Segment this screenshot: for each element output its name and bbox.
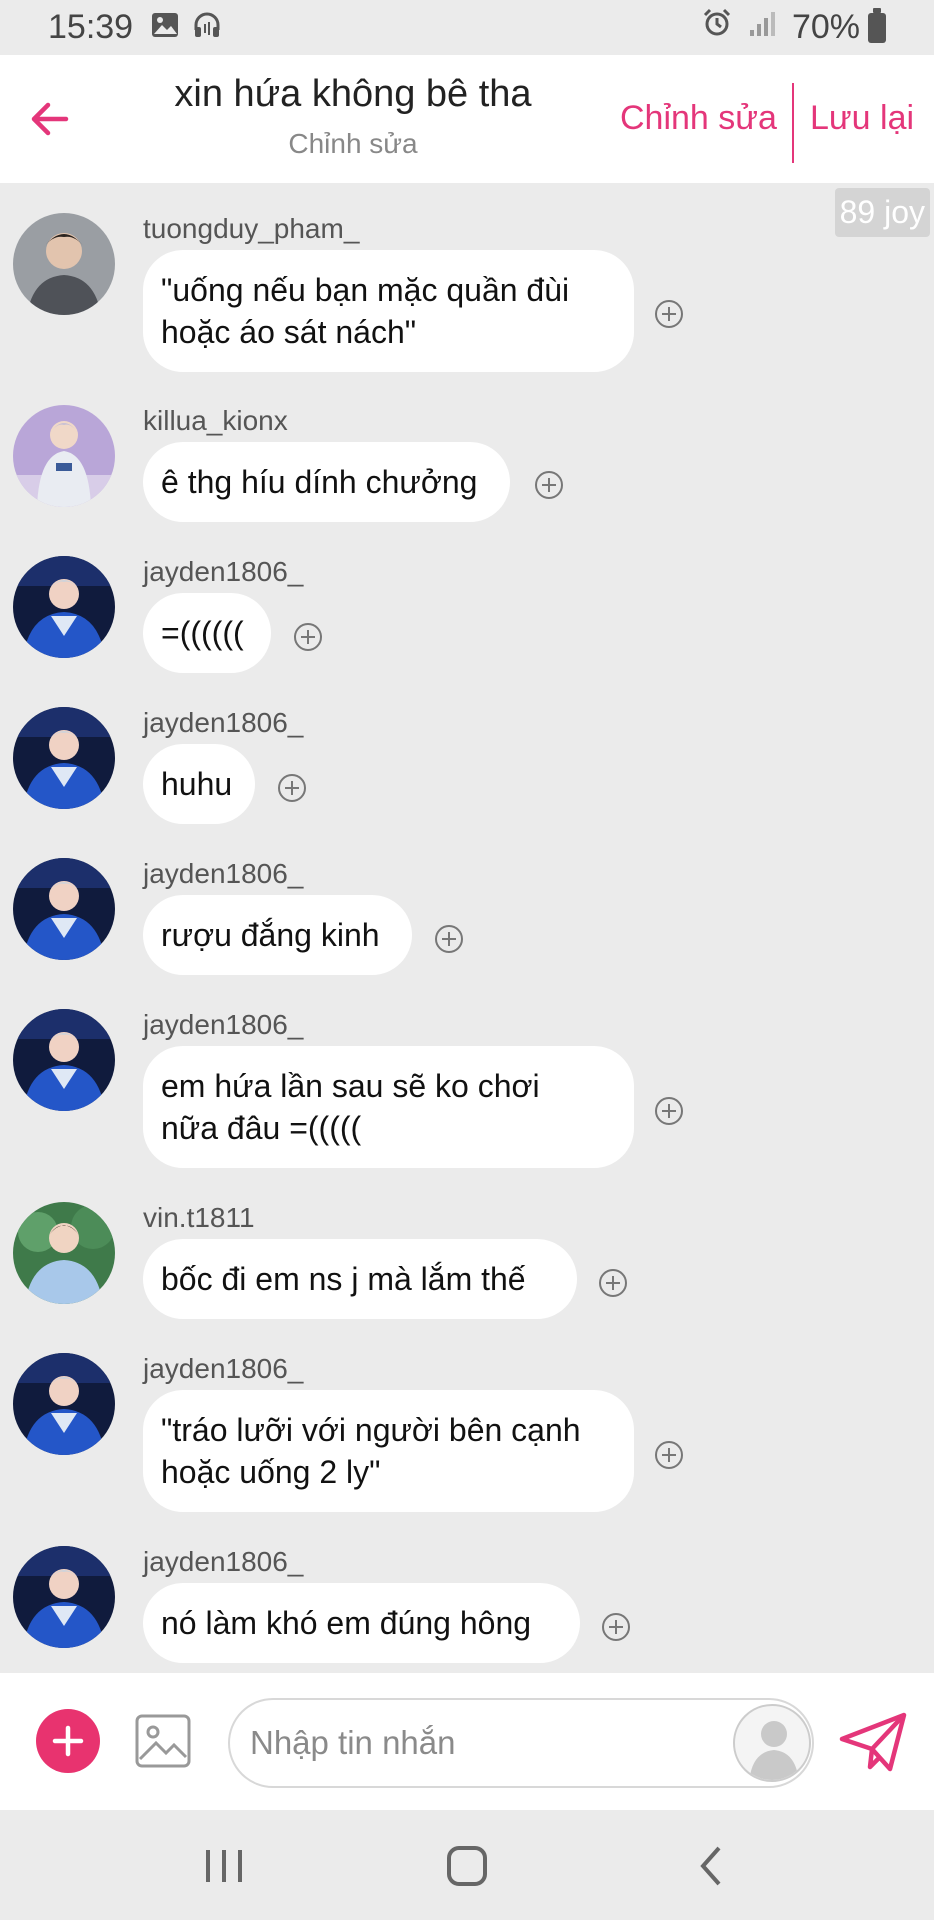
back-arrow-icon bbox=[31, 102, 69, 136]
sender-name: jayden1806_ bbox=[143, 1009, 304, 1040]
add-reaction-icon[interactable] bbox=[654, 1440, 684, 1470]
avatar[interactable] bbox=[13, 213, 115, 315]
message-bubble[interactable]: em hứa lần sau sẽ ko chơi nữa đâu =((((( bbox=[143, 1046, 634, 1168]
add-reaction-icon[interactable] bbox=[534, 470, 564, 500]
message-text: huhu bbox=[161, 766, 233, 802]
message-bubble[interactable]: ê thg híu dính chưởng bbox=[143, 442, 510, 522]
alarm-icon bbox=[702, 8, 732, 47]
message-text: hoặc áo sát nách" bbox=[161, 314, 417, 350]
avatar[interactable] bbox=[13, 1009, 115, 1111]
message-text: ê thg híu dính chưởng bbox=[161, 464, 478, 500]
add-button[interactable] bbox=[36, 1709, 100, 1773]
avatar[interactable] bbox=[13, 707, 115, 809]
message-text: "tráo lưỡi với người bên cạnh bbox=[161, 1412, 581, 1448]
add-reaction-icon[interactable] bbox=[598, 1268, 628, 1298]
message-bubble[interactable]: rượu đắng kinh bbox=[143, 895, 412, 975]
image-picker-icon[interactable] bbox=[134, 1713, 192, 1769]
recent-apps-icon[interactable] bbox=[194, 1842, 254, 1890]
sender-name: jayden1806_ bbox=[143, 1546, 304, 1577]
message-text: hoặc uống 2 ly" bbox=[161, 1454, 381, 1490]
send-icon[interactable] bbox=[838, 1711, 910, 1775]
message-text: nữa đâu =((((( bbox=[161, 1110, 362, 1146]
status-bar: 15:39 70% bbox=[0, 0, 934, 55]
sender-name: tuongduy_pham_ bbox=[143, 213, 360, 244]
message-bubble[interactable]: "tráo lưỡi với người bên cạnh hoặc uống … bbox=[143, 1390, 634, 1512]
message-bubble[interactable]: huhu bbox=[143, 744, 255, 824]
message-text: bốc đi em ns j mà lắm thế bbox=[161, 1261, 526, 1297]
signal-icon bbox=[748, 8, 776, 47]
sender-name: vin.t1811 bbox=[143, 1202, 255, 1233]
add-reaction-icon[interactable] bbox=[654, 299, 684, 329]
home-icon[interactable] bbox=[437, 1842, 497, 1890]
sender-name: jayden1806_ bbox=[143, 1353, 304, 1384]
composer-bar bbox=[0, 1673, 934, 1810]
header-divider bbox=[792, 83, 794, 163]
avatar[interactable] bbox=[13, 1202, 115, 1304]
system-nav-bar bbox=[0, 1810, 934, 1920]
page-subtitle: Chỉnh sửa bbox=[288, 128, 418, 159]
page-title: xin hứa không bê tha bbox=[174, 73, 532, 115]
headphones-icon bbox=[193, 8, 221, 47]
sender-name: jayden1806_ bbox=[143, 707, 304, 738]
message-input[interactable] bbox=[228, 1698, 814, 1788]
avatar[interactable] bbox=[13, 1353, 115, 1455]
identity-avatar[interactable] bbox=[733, 1704, 811, 1782]
title-block: xin hứa không bê tha Chỉnh sửa bbox=[110, 73, 596, 160]
back-nav-icon[interactable] bbox=[681, 1842, 741, 1890]
add-reaction-icon[interactable] bbox=[277, 773, 307, 803]
message-text: "uống nếu bạn mặc quần đùi bbox=[161, 272, 570, 308]
sender-name: killua_kionx bbox=[143, 405, 288, 436]
avatar[interactable] bbox=[13, 405, 115, 507]
add-reaction-icon[interactable] bbox=[293, 622, 323, 652]
save-button[interactable]: Lưu lại bbox=[810, 99, 914, 138]
message-text: nó làm khó em đúng hông bbox=[161, 1605, 532, 1641]
sender-name: jayden1806_ bbox=[143, 556, 304, 587]
add-reaction-icon[interactable] bbox=[654, 1096, 684, 1126]
back-button[interactable] bbox=[22, 91, 78, 147]
add-reaction-icon[interactable] bbox=[601, 1612, 631, 1642]
sender-name: jayden1806_ bbox=[143, 858, 304, 889]
message-bubble[interactable]: nó làm khó em đúng hông bbox=[143, 1583, 580, 1663]
avatar[interactable] bbox=[13, 1546, 115, 1648]
message-bubble[interactable]: =(((((( bbox=[143, 593, 271, 673]
message-bubble[interactable]: "uống nếu bạn mặc quần đùi hoặc áo sát n… bbox=[143, 250, 634, 372]
image-icon bbox=[151, 8, 179, 47]
message-text: em hứa lần sau sẽ ko chơi bbox=[161, 1068, 540, 1104]
battery-icon bbox=[868, 7, 886, 43]
plus-icon bbox=[52, 1725, 84, 1757]
avatar[interactable] bbox=[13, 556, 115, 658]
joy-badge: 89 joy bbox=[834, 188, 930, 237]
status-time: 15:39 bbox=[48, 8, 134, 46]
message-text: =(((((( bbox=[161, 615, 244, 651]
message-bubble[interactable]: bốc đi em ns j mà lắm thế bbox=[143, 1239, 577, 1319]
message-text: rượu đắng kinh bbox=[161, 917, 380, 953]
edit-button[interactable]: Chỉnh sửa bbox=[620, 99, 777, 138]
chat-header: xin hứa không bê tha Chỉnh sửa Chỉnh sửa… bbox=[0, 55, 934, 183]
battery-percent: 70% bbox=[791, 8, 860, 46]
message-list[interactable]: 89 joy tuongduy_pham_ "uống nếu bạn mặc … bbox=[0, 183, 934, 1673]
avatar[interactable] bbox=[13, 858, 115, 960]
add-reaction-icon[interactable] bbox=[434, 924, 464, 954]
